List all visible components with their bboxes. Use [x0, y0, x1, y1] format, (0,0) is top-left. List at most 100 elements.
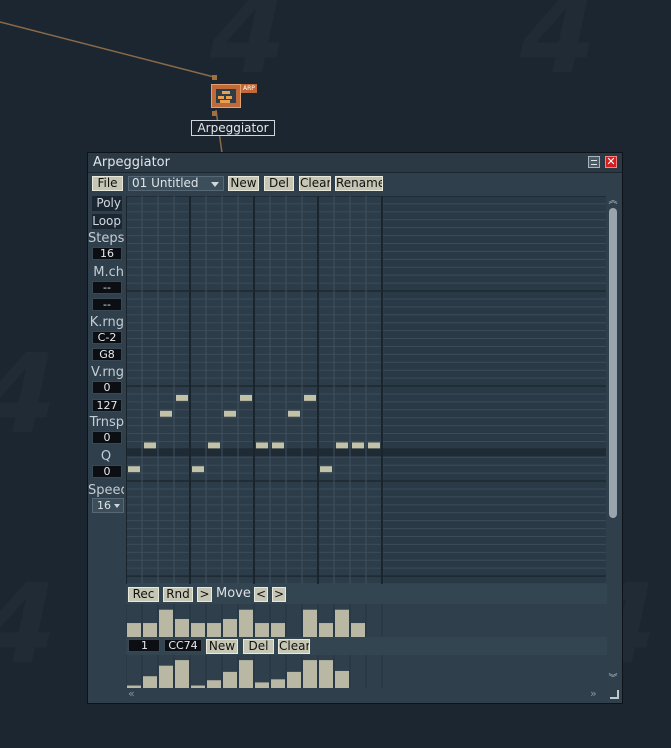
cc-background	[126, 655, 608, 688]
chevron-down-icon	[211, 182, 219, 187]
pattern-toolbar: Rec Rnd > Move < >	[126, 584, 608, 604]
step-note	[256, 442, 268, 449]
clear-preset-button[interactable]: Clear	[299, 176, 331, 191]
cc-lane[interactable]	[126, 655, 608, 688]
velocity-bar	[335, 609, 349, 637]
quantize-field[interactable]: 0	[92, 465, 122, 478]
random-button[interactable]: Rnd	[163, 587, 193, 602]
arp-badge: ARP	[241, 84, 257, 93]
speed-value: 16	[97, 499, 111, 512]
velocity-bar	[159, 609, 173, 637]
cc-delete-button[interactable]: Del	[243, 639, 274, 654]
step-note	[160, 410, 172, 417]
step-note	[320, 466, 332, 473]
preset-name: 01 Untitled	[132, 176, 199, 190]
play-button[interactable]: >	[197, 587, 212, 602]
rename-preset-button[interactable]: Rename	[335, 176, 383, 191]
scroll-down-icon[interactable]: ︾	[608, 674, 618, 684]
delete-preset-button[interactable]: Del	[264, 176, 294, 191]
steps-label: Steps	[88, 231, 124, 246]
steps-field[interactable]: 16	[92, 247, 122, 260]
velocity-bar	[271, 623, 285, 637]
cc-controller-field[interactable]: CC74	[164, 639, 202, 652]
step-note	[288, 410, 300, 417]
velocity-bar	[143, 623, 157, 637]
velocity-range-label: V.rng	[91, 365, 124, 380]
minimize-icon[interactable]	[588, 156, 600, 168]
poly-toggle[interactable]: Poly	[92, 196, 122, 211]
velocity-bar	[319, 623, 333, 637]
scroll-left-icon[interactable]: «	[128, 688, 135, 700]
file-button[interactable]: File	[92, 176, 123, 191]
speed-label: Speed	[88, 483, 124, 498]
key-range-high-field[interactable]: G8	[92, 348, 122, 361]
move-label: Move	[216, 586, 251, 601]
arpeggiator-node-icon[interactable]	[211, 84, 241, 108]
step-note	[176, 394, 188, 401]
cc-bar	[287, 671, 301, 688]
midi-channel-field[interactable]: --	[92, 281, 122, 294]
grid-inactive-area	[384, 196, 606, 584]
cc-clear-button[interactable]: Clear	[278, 639, 310, 654]
step-note	[240, 394, 252, 401]
velocity-bar	[255, 623, 269, 637]
velocity-bar	[127, 623, 141, 637]
close-icon[interactable]: ✕	[605, 156, 617, 168]
velocity-lane[interactable]	[126, 604, 608, 637]
velocity-bar	[303, 609, 317, 637]
cc-bar	[335, 670, 349, 688]
speed-select[interactable]: 16	[92, 498, 124, 513]
node-label[interactable]: Arpeggiator	[191, 120, 275, 136]
record-button[interactable]: Rec	[128, 587, 159, 602]
new-preset-button[interactable]: New	[228, 176, 259, 191]
midi-channel-field-2[interactable]: --	[92, 298, 122, 311]
step-note	[192, 466, 204, 473]
velocity-range-high-field[interactable]: 127	[92, 399, 122, 412]
arpeggiator-window: Arpeggiator ✕ File 01 Untitled New Del C…	[87, 152, 623, 704]
cc-bar	[303, 660, 317, 688]
cc-channel-field[interactable]: 1	[128, 639, 160, 652]
transpose-field[interactable]: 0	[92, 431, 122, 444]
step-note	[352, 442, 364, 449]
loop-toggle[interactable]: Loop	[92, 214, 122, 229]
velocity-bar	[191, 623, 205, 637]
input-wire	[0, 21, 215, 78]
move-left-button[interactable]: <	[254, 587, 268, 602]
node-output-port[interactable]	[212, 111, 217, 116]
step-note	[272, 442, 284, 449]
quantize-label: Q	[100, 449, 112, 464]
cc-bar	[223, 671, 237, 688]
scroll-right-icon[interactable]: »	[590, 688, 597, 700]
cc-bar	[319, 660, 333, 688]
step-note	[304, 394, 316, 401]
step-grid[interactable]	[126, 196, 606, 584]
vertical-scrollbar[interactable]: ︽ ︾	[607, 196, 619, 686]
midi-channel-label: M.ch	[93, 265, 124, 280]
cc-bar	[175, 660, 189, 688]
move-right-button[interactable]: >	[272, 587, 286, 602]
preset-select[interactable]: 01 Untitled	[128, 176, 224, 191]
cc-bar	[239, 660, 253, 688]
step-note	[224, 410, 236, 417]
scroll-up-icon[interactable]: ︽	[608, 196, 618, 206]
velocity-bar	[175, 619, 189, 637]
cc-bar	[143, 676, 157, 688]
cc-new-button[interactable]: New	[206, 639, 238, 654]
velocity-range-low-field[interactable]: 0	[92, 381, 122, 394]
velocity-bar	[223, 619, 237, 637]
step-note	[368, 442, 380, 449]
transpose-label: Trnsp	[89, 415, 124, 430]
horizontal-scrollbar[interactable]: « »	[126, 688, 608, 700]
velocity-bar	[351, 623, 365, 637]
window-titlebar[interactable]: Arpeggiator ✕	[88, 153, 622, 173]
step-note	[144, 442, 156, 449]
node-input-port[interactable]	[212, 75, 217, 80]
cc-bar	[159, 665, 173, 688]
velocity-bar	[239, 609, 253, 637]
velocity-bar	[207, 623, 221, 637]
scroll-thumb[interactable]	[609, 208, 617, 518]
step-note	[208, 442, 220, 449]
resize-grip-icon[interactable]	[610, 690, 619, 699]
key-range-low-field[interactable]: C-2	[92, 331, 122, 344]
cc-bar	[271, 679, 285, 688]
